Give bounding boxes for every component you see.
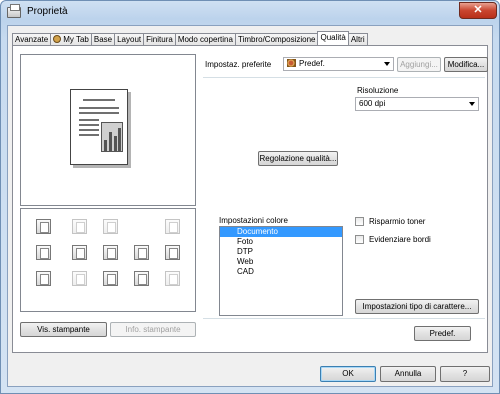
gear-doc-icon: [103, 271, 118, 286]
tab-qualita[interactable]: Qualità: [317, 31, 349, 46]
edge-enhance-label: Evidenziare bordi: [369, 235, 431, 244]
tab-strip: Avanzate My Tab Base Layout Finitura Modo cop…: [12, 31, 368, 46]
resolution-combo[interactable]: 600 dpi: [355, 97, 479, 111]
paper-tray-icon: [36, 219, 51, 234]
lock-doc-icon: [165, 271, 180, 286]
punch-icon: [134, 245, 149, 260]
toner-save-checkbox[interactable]: [355, 217, 364, 226]
tab-page-qualita: Vis. stampante Info. stampante Impostaz.…: [12, 45, 488, 353]
edit-favorite-button[interactable]: Modifica...: [444, 57, 488, 72]
chevron-down-icon: [384, 62, 390, 66]
color-doc-icon: [36, 271, 51, 286]
printer-info-button[interactable]: Info. stampante: [110, 322, 196, 337]
default-button[interactable]: Predef.: [414, 326, 471, 341]
add-favorite-button[interactable]: Aggiungi...: [397, 57, 441, 72]
printer-view-button[interactable]: Vis. stampante: [20, 322, 107, 337]
color-settings-list[interactable]: Documento Foto DTP Web CAD: [219, 226, 343, 316]
chevron-down-icon: [469, 102, 475, 106]
window-title: Proprietà: [27, 6, 68, 17]
help-button[interactable]: ?: [440, 366, 490, 382]
tab-my-tab-label: My Tab: [63, 35, 89, 44]
printer-features-panel: [20, 208, 196, 312]
list-item[interactable]: Web: [220, 257, 342, 267]
font-settings-button[interactable]: Impostazioni tipo di carattere...: [355, 299, 479, 314]
color-settings-label: Impostazioni colore: [219, 216, 288, 225]
fold-icon: [72, 271, 87, 286]
separator: [203, 318, 485, 319]
favorite-icon: [287, 59, 296, 67]
list-item[interactable]: DTP: [220, 247, 342, 257]
edge-enhance-checkbox[interactable]: [355, 235, 364, 244]
dialog-client: Avanzate My Tab Base Layout Finitura Modo cop…: [7, 25, 493, 387]
list-item[interactable]: Documento: [220, 227, 342, 237]
properties-window: Proprietà ✕ Avanzate My Tab Base Layout Fini…: [0, 0, 500, 394]
booklet-icon: [165, 245, 180, 260]
staple-icon: [72, 245, 87, 260]
duplex-icon: [103, 219, 118, 234]
finisher-icon: [165, 219, 180, 234]
list-item[interactable]: CAD: [220, 267, 342, 277]
output-tray-icon: [72, 219, 87, 234]
page-preview: [20, 54, 196, 206]
user-icon: [53, 35, 62, 43]
stack-icon: [36, 245, 51, 260]
quality-adjust-button[interactable]: Regolazione qualità...: [258, 151, 338, 166]
ok-button[interactable]: OK: [320, 366, 376, 382]
cancel-button[interactable]: Annulla: [380, 366, 436, 382]
printer-icon: [7, 4, 21, 18]
document-preview-icon: [70, 89, 128, 165]
text-icon: [103, 245, 118, 260]
resolution-label: Risoluzione: [357, 86, 399, 95]
favorites-selected: Predef.: [299, 59, 325, 68]
list-item[interactable]: Foto: [220, 237, 342, 247]
favorites-label: Impostaz. preferite: [205, 60, 272, 69]
resolution-value: 600 dpi: [359, 99, 386, 108]
separator: [203, 77, 485, 78]
close-button[interactable]: ✕: [459, 2, 497, 19]
settings-doc-icon: [134, 271, 149, 286]
toner-save-label: Risparmio toner: [369, 217, 426, 226]
title-bar[interactable]: Proprietà ✕: [1, 1, 499, 25]
favorites-combo[interactable]: Predef.: [283, 57, 394, 71]
